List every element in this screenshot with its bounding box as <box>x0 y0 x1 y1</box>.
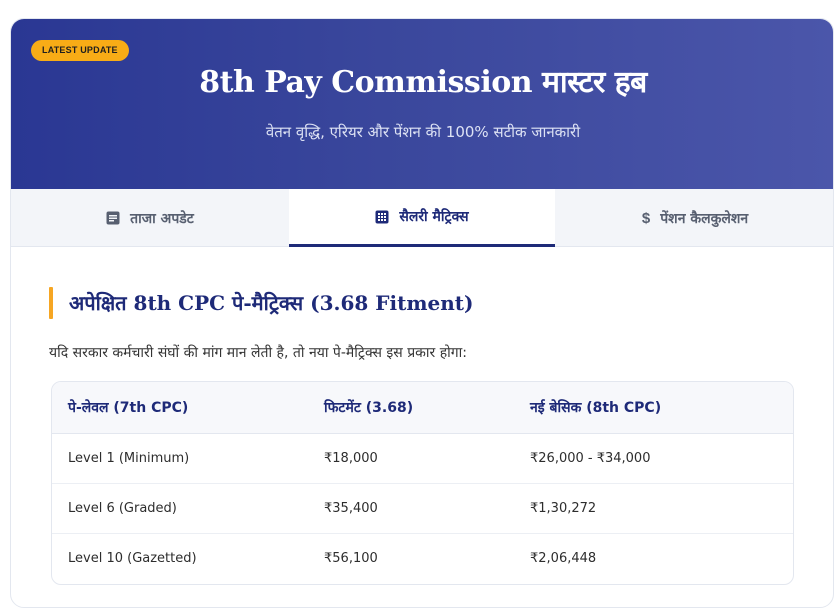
tab-latest-updates[interactable]: ताजा अपडेट <box>11 189 289 247</box>
tab-pension-calculation[interactable]: $ पेंशन कैलकुलेशन <box>555 189 833 247</box>
document-icon <box>106 211 120 225</box>
table-row: Level 1 (Minimum) ₹18,000 ₹26,000 - ₹34,… <box>52 434 793 484</box>
cell-new-basic: ₹26,000 - ₹34,000 <box>530 451 651 466</box>
table-row: Level 10 (Gazetted) ₹56,100 ₹2,06,448 <box>52 534 793 584</box>
cell-pay-level: Level 10 (Gazetted) <box>68 551 197 566</box>
page-title: 8th Pay Commission मास्टर हब <box>199 65 647 100</box>
cell-new-basic: ₹1,30,272 <box>530 501 597 516</box>
section-accent-bar <box>49 287 53 319</box>
tab-label: ताजा अपडेट <box>130 210 194 227</box>
tab-label: सैलरी मैट्रिक्स <box>399 209 469 225</box>
cell-pay-level: Level 6 (Graded) <box>68 501 177 516</box>
cell-fitment: ₹56,100 <box>324 551 378 566</box>
dollar-icon: $ <box>641 209 651 227</box>
cell-fitment: ₹18,000 <box>324 451 378 466</box>
tab-salary-matrix[interactable]: सैलरी मैट्रिक्स <box>289 189 555 247</box>
column-header-new-basic: नई बेसिक (8th CPC) <box>530 400 662 416</box>
pay-matrix-table: पे-लेवल (7th CPC) फिटमेंट (3.68) नई बेसि… <box>51 381 794 585</box>
tab-label: पेंशन कैलकुलेशन <box>660 210 749 227</box>
table-header: पे-लेवल (7th CPC) फिटमेंट (3.68) नई बेसि… <box>52 382 793 434</box>
calculator-grid-icon <box>375 210 389 224</box>
column-header-pay-level: पे-लेवल (7th CPC) <box>68 400 189 416</box>
cell-fitment: ₹35,400 <box>324 501 378 516</box>
pay-commission-card: LATEST UPDATE 8th Pay Commission मास्टर … <box>10 18 834 608</box>
column-header-fitment: फिटमेंट (3.68) <box>324 400 414 416</box>
tab-bar: ताजा अपडेट सैलरी मैट्रिक्स $ पेंशन कैलकु… <box>11 189 833 247</box>
page-subtitle: वेतन वृद्धि, एरियर और पेंशन की 100% सटीक… <box>265 123 581 141</box>
latest-update-badge: LATEST UPDATE <box>31 40 129 61</box>
cell-pay-level: Level 1 (Minimum) <box>68 451 190 466</box>
section-description: यदि सरकार कर्मचारी संघों की मांग मान लेत… <box>49 345 468 361</box>
cell-new-basic: ₹2,06,448 <box>530 551 597 566</box>
table-row: Level 6 (Graded) ₹35,400 ₹1,30,272 <box>52 484 793 534</box>
hero-banner: LATEST UPDATE 8th Pay Commission मास्टर … <box>11 19 833 189</box>
section-title: अपेक्षित 8th CPC पे-मैट्रिक्स (3.68 Fitm… <box>69 291 474 315</box>
